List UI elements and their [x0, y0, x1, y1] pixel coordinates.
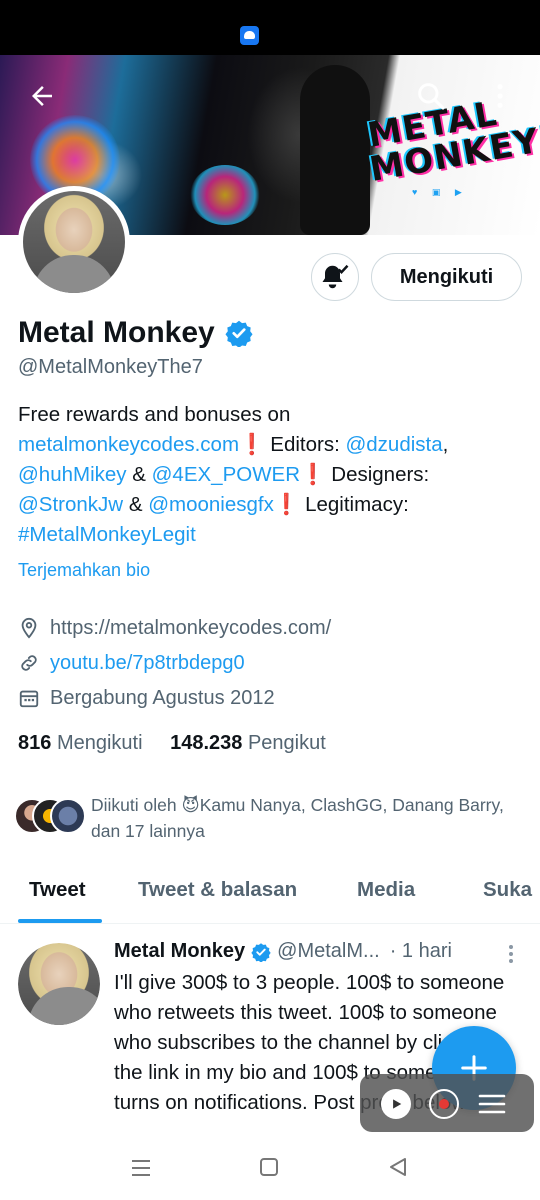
recorder-play-button[interactable] [381, 1089, 411, 1119]
menu-icon [478, 1094, 506, 1114]
bio-text: , [442, 433, 449, 456]
active-tab-indicator [18, 919, 102, 923]
joined-date-text: Bergabung Agustus 2012 [50, 686, 275, 709]
bio-emoji: ❗ [239, 433, 265, 456]
tweet-author-name[interactable]: Metal Monkey [114, 940, 245, 963]
profile-youtube-link[interactable]: youtu.be/7p8trbdepg0 [50, 652, 245, 675]
notifications-bell-button[interactable] [311, 253, 359, 301]
app-notification-icon [240, 26, 259, 45]
translate-bio-link[interactable]: Terjemahkan bio [18, 560, 150, 581]
profile-website-text: https://metalmonkeycodes.com/ [50, 616, 332, 639]
profile-avatar[interactable] [18, 186, 130, 298]
profile-name-text: Metal Monkey [18, 316, 215, 349]
search-icon [418, 83, 445, 110]
status-bar [0, 0, 540, 55]
nav-home-icon[interactable] [259, 1157, 279, 1177]
record-icon[interactable] [429, 1089, 459, 1119]
bio-text: Designers: [325, 463, 430, 486]
tab-tweets-replies[interactable]: Tweet & balasan [138, 878, 297, 902]
verified-badge-icon [251, 942, 271, 962]
recorder-menu-button[interactable] [478, 1092, 506, 1121]
bio-text: Free rewards and bonuses on [18, 403, 291, 426]
bio-text: & [123, 493, 149, 516]
nav-back-icon[interactable] [388, 1157, 408, 1177]
play-icon [393, 1099, 402, 1109]
bell-check-icon [322, 264, 349, 289]
tweet-avatar[interactable] [18, 943, 100, 1025]
banner-paint-splash [190, 165, 260, 225]
system-nav-bar [0, 1134, 540, 1200]
tab-tweet[interactable]: Tweet [29, 878, 86, 902]
tweet-more-button[interactable] [504, 943, 518, 970]
bio-mention-link[interactable]: @StronkJw [18, 493, 123, 516]
banner-social-icons: ♥ ▣ ▶ [412, 187, 468, 197]
tweet-author-handle[interactable]: @MetalM... [277, 940, 380, 963]
following-link[interactable]: 816 Mengikuti [18, 732, 143, 754]
tweet-header: Metal Monkey @MetalM... · 1 hari [114, 940, 524, 963]
more-options-button[interactable] [480, 76, 520, 116]
bio-site-link[interactable]: metalmonkeycodes.com [18, 433, 239, 456]
followers-link[interactable]: 148.238 Pengikut [170, 732, 326, 754]
nav-recents-icon[interactable] [130, 1158, 152, 1178]
banner-figure [300, 65, 370, 235]
bio-text: Legitimacy: [299, 493, 409, 516]
back-arrow-icon [32, 86, 52, 106]
bio-text: & [126, 463, 152, 486]
bio-hashtag-link[interactable]: #MetalMonkeyLegit [18, 523, 196, 546]
bio-mention-link[interactable]: @dzudista [345, 433, 442, 456]
profile-name: Metal Monkey [18, 316, 253, 350]
back-button[interactable] [22, 76, 62, 116]
bio-emoji: ❗ [300, 463, 326, 486]
calendar-icon [19, 690, 39, 708]
bio-mention-link[interactable]: @mooniesgfx [148, 493, 274, 516]
profile-joined: Bergabung Agustus 2012 [18, 683, 275, 713]
location-icon [21, 617, 37, 639]
more-vertical-icon [497, 84, 503, 108]
profile-handle: @MetalMonkeyThe7 [18, 356, 203, 378]
tab-likes[interactable]: Suka [483, 878, 532, 902]
tweet-time[interactable]: · 1 hari [390, 940, 452, 963]
bio-text: Editors: [264, 433, 346, 456]
tab-media[interactable]: Media [357, 878, 415, 902]
bio-emoji: ❗ [273, 493, 300, 516]
followed-by-text[interactable]: Diikuti oleh 😈Kamu Nanya, ClashGG, Danan… [91, 792, 511, 844]
profile-tabs: Tweet Tweet & balasan Media Suka [0, 862, 540, 924]
bio-mention-link[interactable]: @huhMikey [18, 463, 127, 486]
verified-badge-icon [225, 320, 253, 347]
profile-bio: Free rewards and bonuses on metalmonkeyc… [18, 400, 528, 550]
follow-counts: 816 Mengikuti 148.238 Pengikut [18, 732, 326, 755]
search-button[interactable] [411, 76, 451, 116]
following-button[interactable]: Mengikuti [371, 253, 522, 301]
link-icon [21, 655, 37, 671]
bio-mention-link[interactable]: @4EX_POWER [152, 463, 300, 486]
more-vertical-icon [509, 945, 513, 963]
profile-location: https://metalmonkeycodes.com/ [18, 613, 331, 643]
profile-url[interactable]: youtu.be/7p8trbdepg0 [18, 648, 245, 678]
